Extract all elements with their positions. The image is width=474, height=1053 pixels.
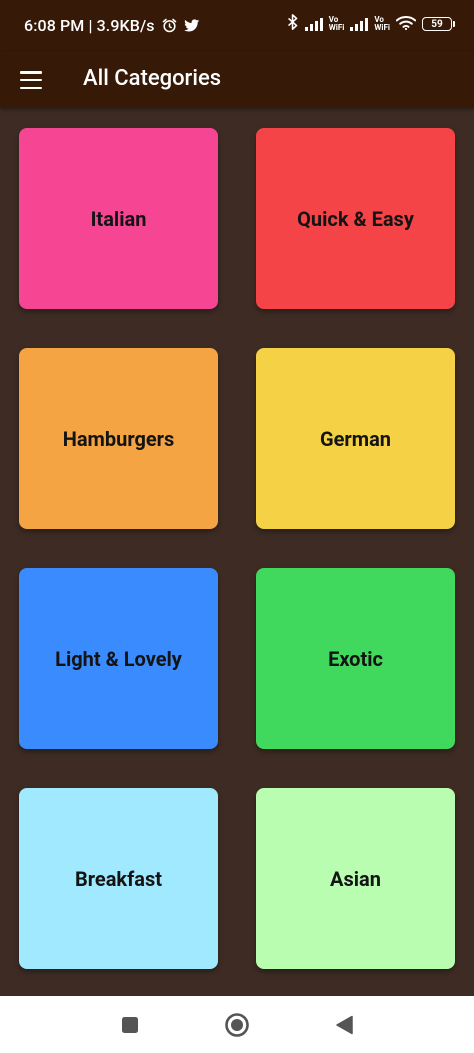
category-label: Italian xyxy=(90,206,147,231)
category-label: Light & Lovely xyxy=(55,646,182,671)
hamburger-menu-icon[interactable] xyxy=(20,68,44,92)
navigation-bar xyxy=(0,996,474,1053)
category-label: German xyxy=(320,426,391,451)
battery-indicator: 59 xyxy=(422,17,455,31)
vowifi-bottom-label: WiFi xyxy=(328,23,345,32)
status-left: 6:08 PM | 3.9KB/s xyxy=(24,16,200,35)
triangle-back-icon[interactable] xyxy=(331,1012,357,1038)
category-label: Quick & Easy xyxy=(297,206,414,231)
category-label: Asian xyxy=(330,866,381,891)
category-tile-hamburgers[interactable]: Hamburgers xyxy=(19,348,218,529)
wifi-icon xyxy=(395,15,417,34)
status-right: Vo WiFi Vo WiFi 59 xyxy=(287,14,455,34)
category-label: Hamburgers xyxy=(62,426,175,451)
status-bar: 6:08 PM | 3.9KB/s Vo WiFi Vo WiFi 59 xyxy=(0,0,474,52)
category-tile-german[interactable]: German xyxy=(256,348,455,529)
category-tile-exotic[interactable]: Exotic xyxy=(256,568,455,749)
category-tile-asian[interactable]: Asian xyxy=(256,788,455,969)
vowifi-indicator: Vo WiFi xyxy=(329,16,345,32)
square-recents-icon[interactable] xyxy=(117,1012,143,1038)
status-time-speed: 6:08 PM | 3.9KB/s xyxy=(24,16,155,35)
category-grid: Italian Quick & Easy Hamburgers German L… xyxy=(19,128,455,969)
screen: 6:08 PM | 3.9KB/s Vo WiFi Vo WiFi 59 All… xyxy=(0,0,474,1053)
vowifi-indicator-2: Vo WiFi xyxy=(374,16,390,32)
signal-strength-icon xyxy=(304,17,323,31)
page-title: All Categories xyxy=(83,66,222,91)
bluetooth-icon xyxy=(287,14,299,34)
alarm-clock-icon xyxy=(161,17,178,34)
category-label: Breakfast xyxy=(75,866,162,891)
category-tile-quick-easy[interactable]: Quick & Easy xyxy=(256,128,455,309)
twitter-bird-icon xyxy=(183,18,200,33)
category-tile-light-lovely[interactable]: Light & Lovely xyxy=(19,568,218,749)
category-tile-breakfast[interactable]: Breakfast xyxy=(19,788,218,969)
circle-home-icon[interactable] xyxy=(224,1012,250,1038)
vowifi-bottom-label-2: WiFi xyxy=(374,23,390,32)
app-bar: All Categories xyxy=(0,52,474,108)
battery-level: 59 xyxy=(431,18,443,30)
category-label: Exotic xyxy=(328,646,383,671)
category-tile-italian[interactable]: Italian xyxy=(19,128,218,309)
signal-strength-icon-2 xyxy=(350,17,369,31)
